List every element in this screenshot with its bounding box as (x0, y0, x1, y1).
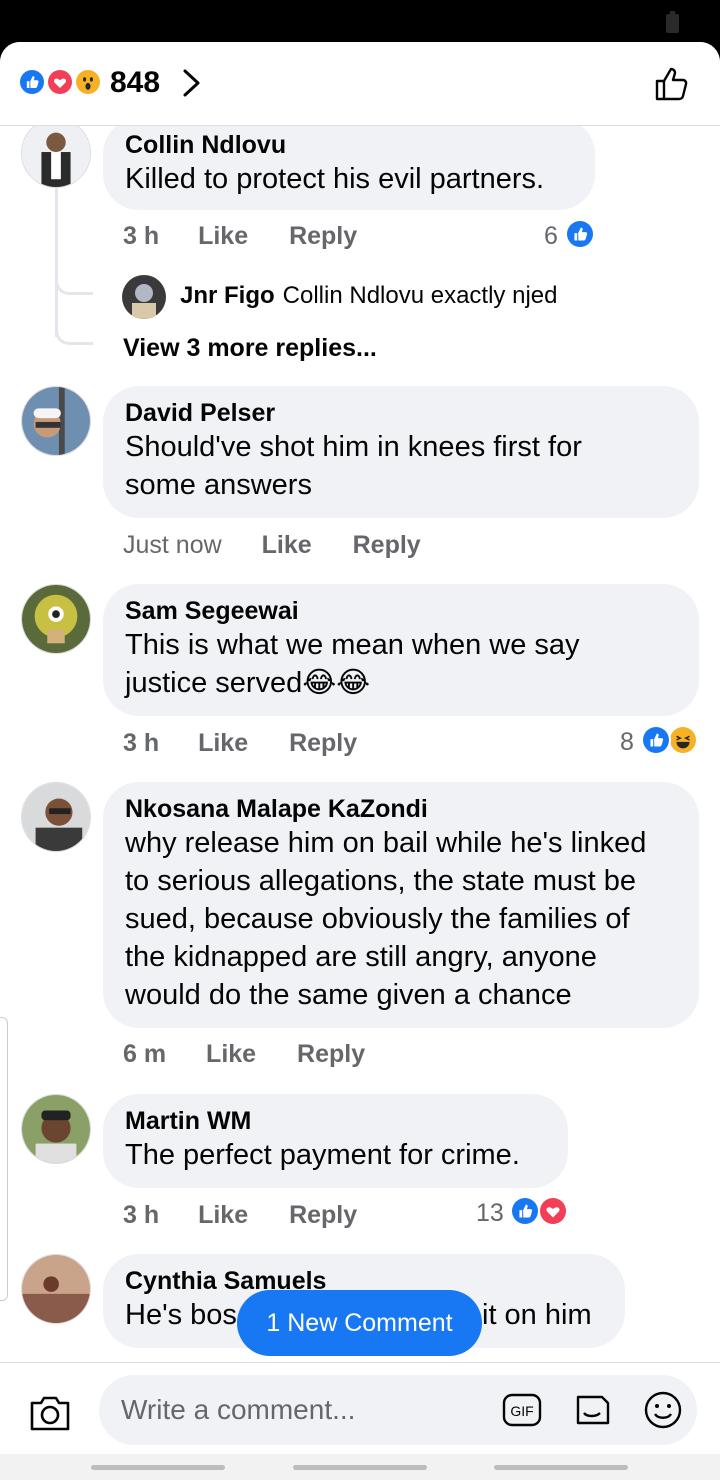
emoji-icon[interactable] (642, 1389, 684, 1431)
comment-text: why release him on bail while he's linke… (125, 827, 647, 1011)
like-icon (18, 68, 46, 96)
avatar[interactable] (21, 584, 91, 654)
reaction-count[interactable]: 6 (544, 222, 558, 251)
comment-actions: 3 h Like Reply (123, 222, 357, 251)
like-button[interactable]: Like (198, 729, 248, 758)
comment-text: Should've shot him in knees first for so… (125, 431, 582, 501)
like-button[interactable]: Like (262, 531, 312, 560)
comment-text-start: He's bos (125, 1299, 237, 1331)
reply-preview[interactable]: Jnr Figo Collin Ndlovu exactly njed (180, 282, 557, 310)
love-icon (538, 1196, 568, 1226)
status-bar (0, 0, 720, 44)
reply-button[interactable]: Reply (353, 531, 421, 560)
avatar[interactable] (21, 386, 91, 456)
system-nav-bar (0, 1454, 720, 1480)
love-icon (46, 68, 74, 96)
comment-time[interactable]: 3 h (123, 1201, 159, 1230)
like-icon (565, 219, 595, 249)
like-button[interactable]: Like (198, 222, 248, 251)
comment-bubble: Martin WM The perfect payment for crime. (103, 1094, 568, 1188)
nav-pill[interactable] (91, 1465, 225, 1470)
reactions-header: 848 (0, 42, 720, 126)
comment-input[interactable]: Write a comment... GIF (99, 1375, 697, 1445)
comment-bubble: David Pelser Should've shot him in knees… (103, 386, 699, 518)
sticker-icon[interactable] (572, 1389, 614, 1431)
chevron-right-icon[interactable] (180, 68, 204, 98)
reaction-count[interactable]: 848 (110, 66, 160, 100)
new-comment-button[interactable]: 1 New Comment (237, 1290, 482, 1356)
comment-actions: Just now Like Reply (123, 531, 421, 560)
comment-bubble: Sam Segeewai This is what we mean when w… (103, 584, 699, 716)
avatar[interactable] (21, 118, 91, 188)
comment-text-end: it on him (482, 1299, 592, 1331)
reaction-count[interactable]: 8 (620, 728, 634, 757)
thread-connector (55, 257, 93, 295)
comment-bubble: Collin Ndlovu Killed to protect his evil… (103, 118, 595, 210)
comment-bubble: Nkosana Malape KaZondi why release him o… (103, 782, 699, 1028)
gif-icon[interactable]: GIF (501, 1389, 543, 1431)
reply-text: Collin Ndlovu exactly njed (282, 282, 558, 309)
commenter-name[interactable]: Sam Segeewai (125, 596, 677, 626)
reply-button[interactable]: Reply (297, 1040, 365, 1069)
gif-label: GIF (510, 1403, 533, 1419)
avatar[interactable] (122, 275, 166, 319)
reply-button[interactable]: Reply (289, 729, 357, 758)
comment-composer: Write a comment... GIF (0, 1362, 720, 1454)
nav-pill[interactable] (293, 1465, 427, 1470)
comment-time[interactable]: Just now (123, 531, 222, 560)
comment-time[interactable]: 3 h (123, 222, 159, 251)
commenter-name[interactable]: David Pelser (125, 398, 677, 428)
wow-icon (74, 68, 102, 96)
comment-text: The perfect payment for crime. (125, 1139, 520, 1171)
like-button[interactable]: Like (198, 1201, 248, 1230)
avatar[interactable] (21, 1254, 91, 1324)
view-more-replies-link[interactable]: View 3 more replies... (123, 334, 377, 363)
comment-time[interactable]: 3 h (123, 729, 159, 758)
reaction-count[interactable]: 13 (476, 1199, 504, 1228)
comment-actions: 6 m Like Reply (123, 1040, 365, 1069)
comment-actions: 3 h Like Reply (123, 729, 357, 758)
thread-connector (55, 307, 93, 345)
commenter-name[interactable]: Collin Ndlovu (125, 130, 573, 160)
comment-text: This is what we mean when we say justice… (125, 626, 645, 702)
commenter-name[interactable]: Nkosana Malape KaZondi (125, 794, 677, 824)
comment-actions: 3 h Like Reply (123, 1201, 357, 1230)
camera-icon[interactable] (28, 1393, 72, 1433)
comment-placeholder: Write a comment... (121, 1394, 356, 1425)
reply-button[interactable]: Reply (289, 222, 357, 251)
like-icon (510, 1196, 540, 1226)
like-icon (641, 725, 671, 755)
commenter-name[interactable]: Martin WM (125, 1106, 546, 1136)
scroll-indicator[interactable] (0, 1017, 8, 1301)
battery-icon (666, 11, 679, 33)
thumbs-up-icon[interactable] (652, 64, 692, 104)
avatar[interactable] (21, 1094, 91, 1164)
reply-button[interactable]: Reply (289, 1201, 357, 1230)
comment-time[interactable]: 6 m (123, 1040, 166, 1069)
comments-sheet: 848 Collin Ndlovu Killed to protect his … (0, 42, 720, 1480)
nav-pill[interactable] (494, 1465, 628, 1470)
like-button[interactable]: Like (206, 1040, 256, 1069)
haha-icon (668, 725, 698, 755)
comment-text: Killed to protect his evil partners. (125, 163, 545, 195)
reply-author[interactable]: Jnr Figo (180, 282, 275, 309)
avatar[interactable] (21, 782, 91, 852)
laughing-emoji: 😂😂 (302, 667, 371, 699)
